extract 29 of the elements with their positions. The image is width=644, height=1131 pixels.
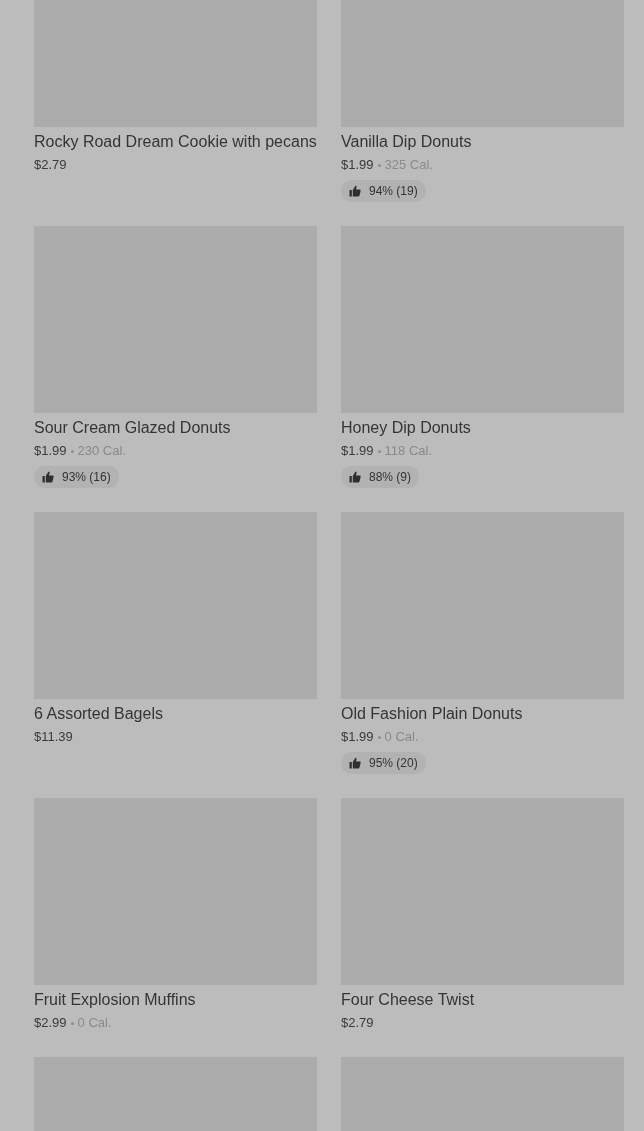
separator-dot xyxy=(377,449,381,453)
price: $1.99 xyxy=(34,442,67,460)
price: $2.79 xyxy=(341,1014,374,1032)
product-name: Vanilla Dip Donuts xyxy=(341,132,472,152)
rating-badge: 95% (20) xyxy=(341,752,426,774)
price: $2.79 xyxy=(34,156,67,174)
separator-dot xyxy=(377,735,381,739)
product-name: Four Cheese Twist xyxy=(341,990,475,1010)
price: $11.39 xyxy=(34,728,73,746)
separator-dot xyxy=(70,449,74,453)
thumbs-up-icon xyxy=(349,757,361,769)
product-name: Honey Dip Donuts xyxy=(341,418,471,438)
product-name: Rocky Road Dream Cookie with pecans xyxy=(34,132,317,152)
price: $1.99 xyxy=(341,156,374,174)
thumbs-up-icon xyxy=(349,185,361,197)
separator-dot xyxy=(377,163,381,167)
product-name: Old Fashion Plain Donuts xyxy=(341,704,523,724)
rating-badge: 88% (9) xyxy=(341,466,420,488)
price: $1.99 xyxy=(341,442,374,460)
price: $1.99 xyxy=(341,728,374,746)
separator-dot xyxy=(70,1021,74,1025)
price: $2.99 xyxy=(34,1014,67,1032)
thumbs-up-icon xyxy=(42,471,54,483)
thumbs-up-icon xyxy=(349,471,361,483)
rating-badge: 94% (19) xyxy=(341,180,426,202)
rating-badge: 93% (16) xyxy=(34,466,119,488)
product-name: Sour Cream Glazed Donuts xyxy=(34,418,231,438)
product-name: Fruit Explosion Muffins xyxy=(34,990,196,1010)
product-name: 6 Assorted Bagels xyxy=(34,704,163,724)
